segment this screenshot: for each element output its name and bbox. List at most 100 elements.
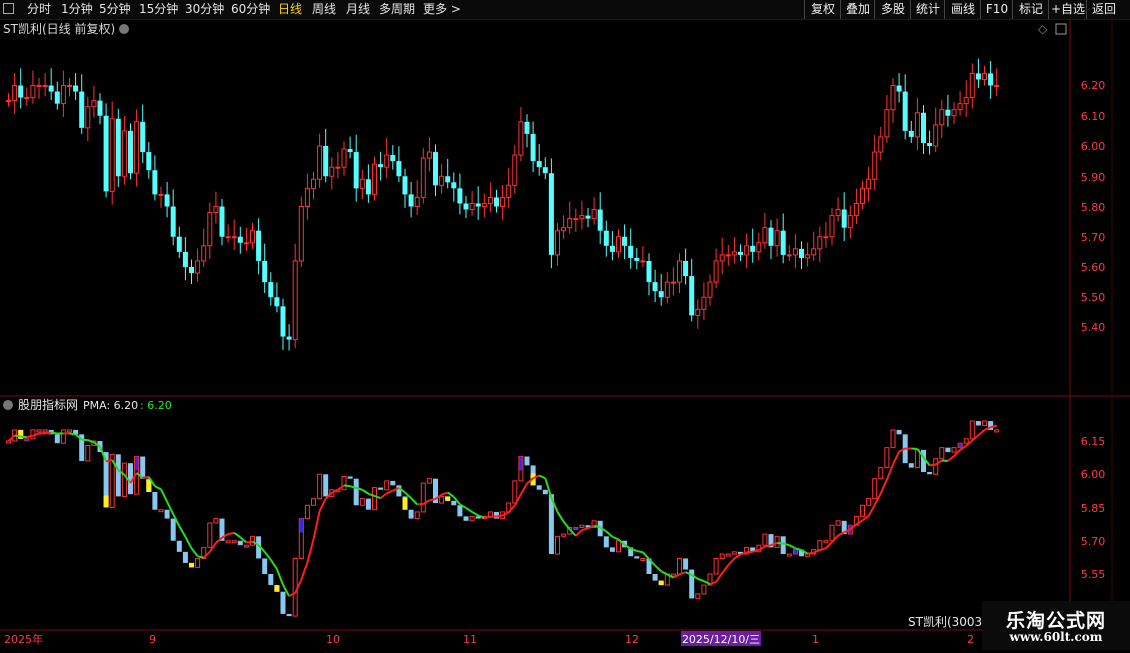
candle-body [152,170,157,194]
candle-body [775,231,779,246]
indicator-down-bar [525,457,530,466]
period-tab-15min[interactable]: 15分钟 [139,0,178,19]
candle-body [702,297,706,309]
candle-body [617,237,621,252]
price-panel-dropdown-icon[interactable] [119,24,129,34]
indicator-bar [287,614,292,616]
menu-square-icon[interactable] [3,3,14,14]
candle-body [396,161,401,176]
candle-body [196,261,200,273]
pma-line-segment [728,558,734,565]
period-tab-5min[interactable]: 5分钟 [99,0,131,19]
price-title: ST凯利(日线 前复权) [3,21,115,36]
candle [342,141,346,175]
candle [976,59,981,88]
pma-line-segment [612,537,618,540]
indicator-bar [274,585,279,592]
mark-button[interactable]: 标记 [1012,0,1049,19]
chart-area[interactable]: ST凯利(日线 前复权) ◇ 6.20 6.10 6.00 5.90 5.80 … [0,19,1130,650]
candle-body [427,152,431,158]
candle [336,152,340,178]
indicator-up-bar [885,448,889,468]
candle [25,88,29,106]
indicator-up-bar [873,479,877,499]
pma-line-segment [362,490,368,494]
indicator-down-bar [378,488,383,490]
indicator-bar [152,492,157,510]
indicator-bar [513,481,517,503]
candle-body [983,73,987,79]
candle-body [31,86,35,98]
indicator-dropdown-icon[interactable] [3,400,13,410]
indicator-bar [268,574,273,585]
candle-body [525,122,530,134]
indicator-bar [177,541,182,552]
indicator-bar [348,476,353,478]
period-tab-multi[interactable]: 多周期 [379,0,415,19]
multi-stock-button[interactable]: 多股 [874,0,911,19]
candle-body [104,116,109,192]
candle [451,172,456,201]
indicator-weak-bar [659,581,664,585]
indicator-bar [312,499,316,506]
indicator-down-bar [451,501,456,505]
panel-toggle-icon[interactable] [1056,24,1066,34]
candle-body [586,216,591,219]
pma-line-segment [576,530,582,536]
overlay-button[interactable]: 叠加 [840,0,875,19]
candle [378,152,383,181]
indicator-bar [653,574,658,581]
indicator-down-bar [268,574,273,585]
period-tab-monthly[interactable]: 月线 [346,0,370,19]
candle-body [671,282,675,283]
pma-line-segment [472,512,478,516]
candle-body [824,237,828,238]
candle [927,131,932,155]
candle [202,229,206,267]
indicator-bar [671,574,675,576]
price-tick-label: 6.10 [1081,110,1106,123]
indicator-down-bar [543,490,548,494]
candle-body [232,237,236,238]
period-tab-more[interactable]: 更多 > [423,0,461,19]
indicator-up-bar [7,441,11,443]
diamond-icon[interactable]: ◇ [1038,22,1048,36]
indicator-bar [445,496,450,500]
candle-body [171,207,176,237]
back-button[interactable]: 返回 [1086,0,1121,19]
candle [665,272,669,303]
adjust-button[interactable]: 复权 [804,0,841,19]
price-tick-label: 5.70 [1081,231,1106,244]
add-watchlist-button[interactable]: +自选 [1048,0,1087,19]
indicator-bar [659,581,664,585]
period-tab-30min[interactable]: 30分钟 [185,0,224,19]
candle [708,275,712,306]
f10-button[interactable]: F10 [980,0,1013,19]
candle [73,73,78,100]
period-toolbar: 分时 1分钟 5分钟 15分钟 30分钟 60分钟 日线 周线 月线 多周期 更… [0,0,1130,20]
period-tab-daily[interactable]: 日线 [278,0,302,19]
draw-line-button[interactable]: 画线 [944,0,981,19]
period-tab-timeshare[interactable]: 分时 [27,0,51,19]
candle [183,237,188,280]
indicator-strong-bar [959,443,962,447]
statistics-button[interactable]: 统计 [910,0,945,19]
pma-line-segment [808,553,814,554]
period-tab-1min[interactable]: 1分钟 [61,0,93,19]
candle [861,181,865,210]
pma-line-segment [106,460,112,461]
period-tab-60min[interactable]: 60分钟 [231,0,270,19]
pma-line-segment [893,452,899,465]
pma-line-segment [497,515,503,516]
kline-chart[interactable]: ST凯利(日线 前复权) ◇ 6.20 6.10 6.00 5.90 5.80 … [0,19,1130,650]
indicator-bar [488,512,492,516]
indicator-down-bar [927,472,932,474]
period-tab-weekly[interactable]: 周线 [312,0,336,19]
pma-line-segment [88,440,94,442]
chevron-right-icon: > [447,2,461,16]
pma-line-segment [301,562,307,579]
candle [312,172,316,200]
candle [61,71,65,117]
pma-line-segment [277,569,283,585]
indicator-bar [531,465,536,485]
